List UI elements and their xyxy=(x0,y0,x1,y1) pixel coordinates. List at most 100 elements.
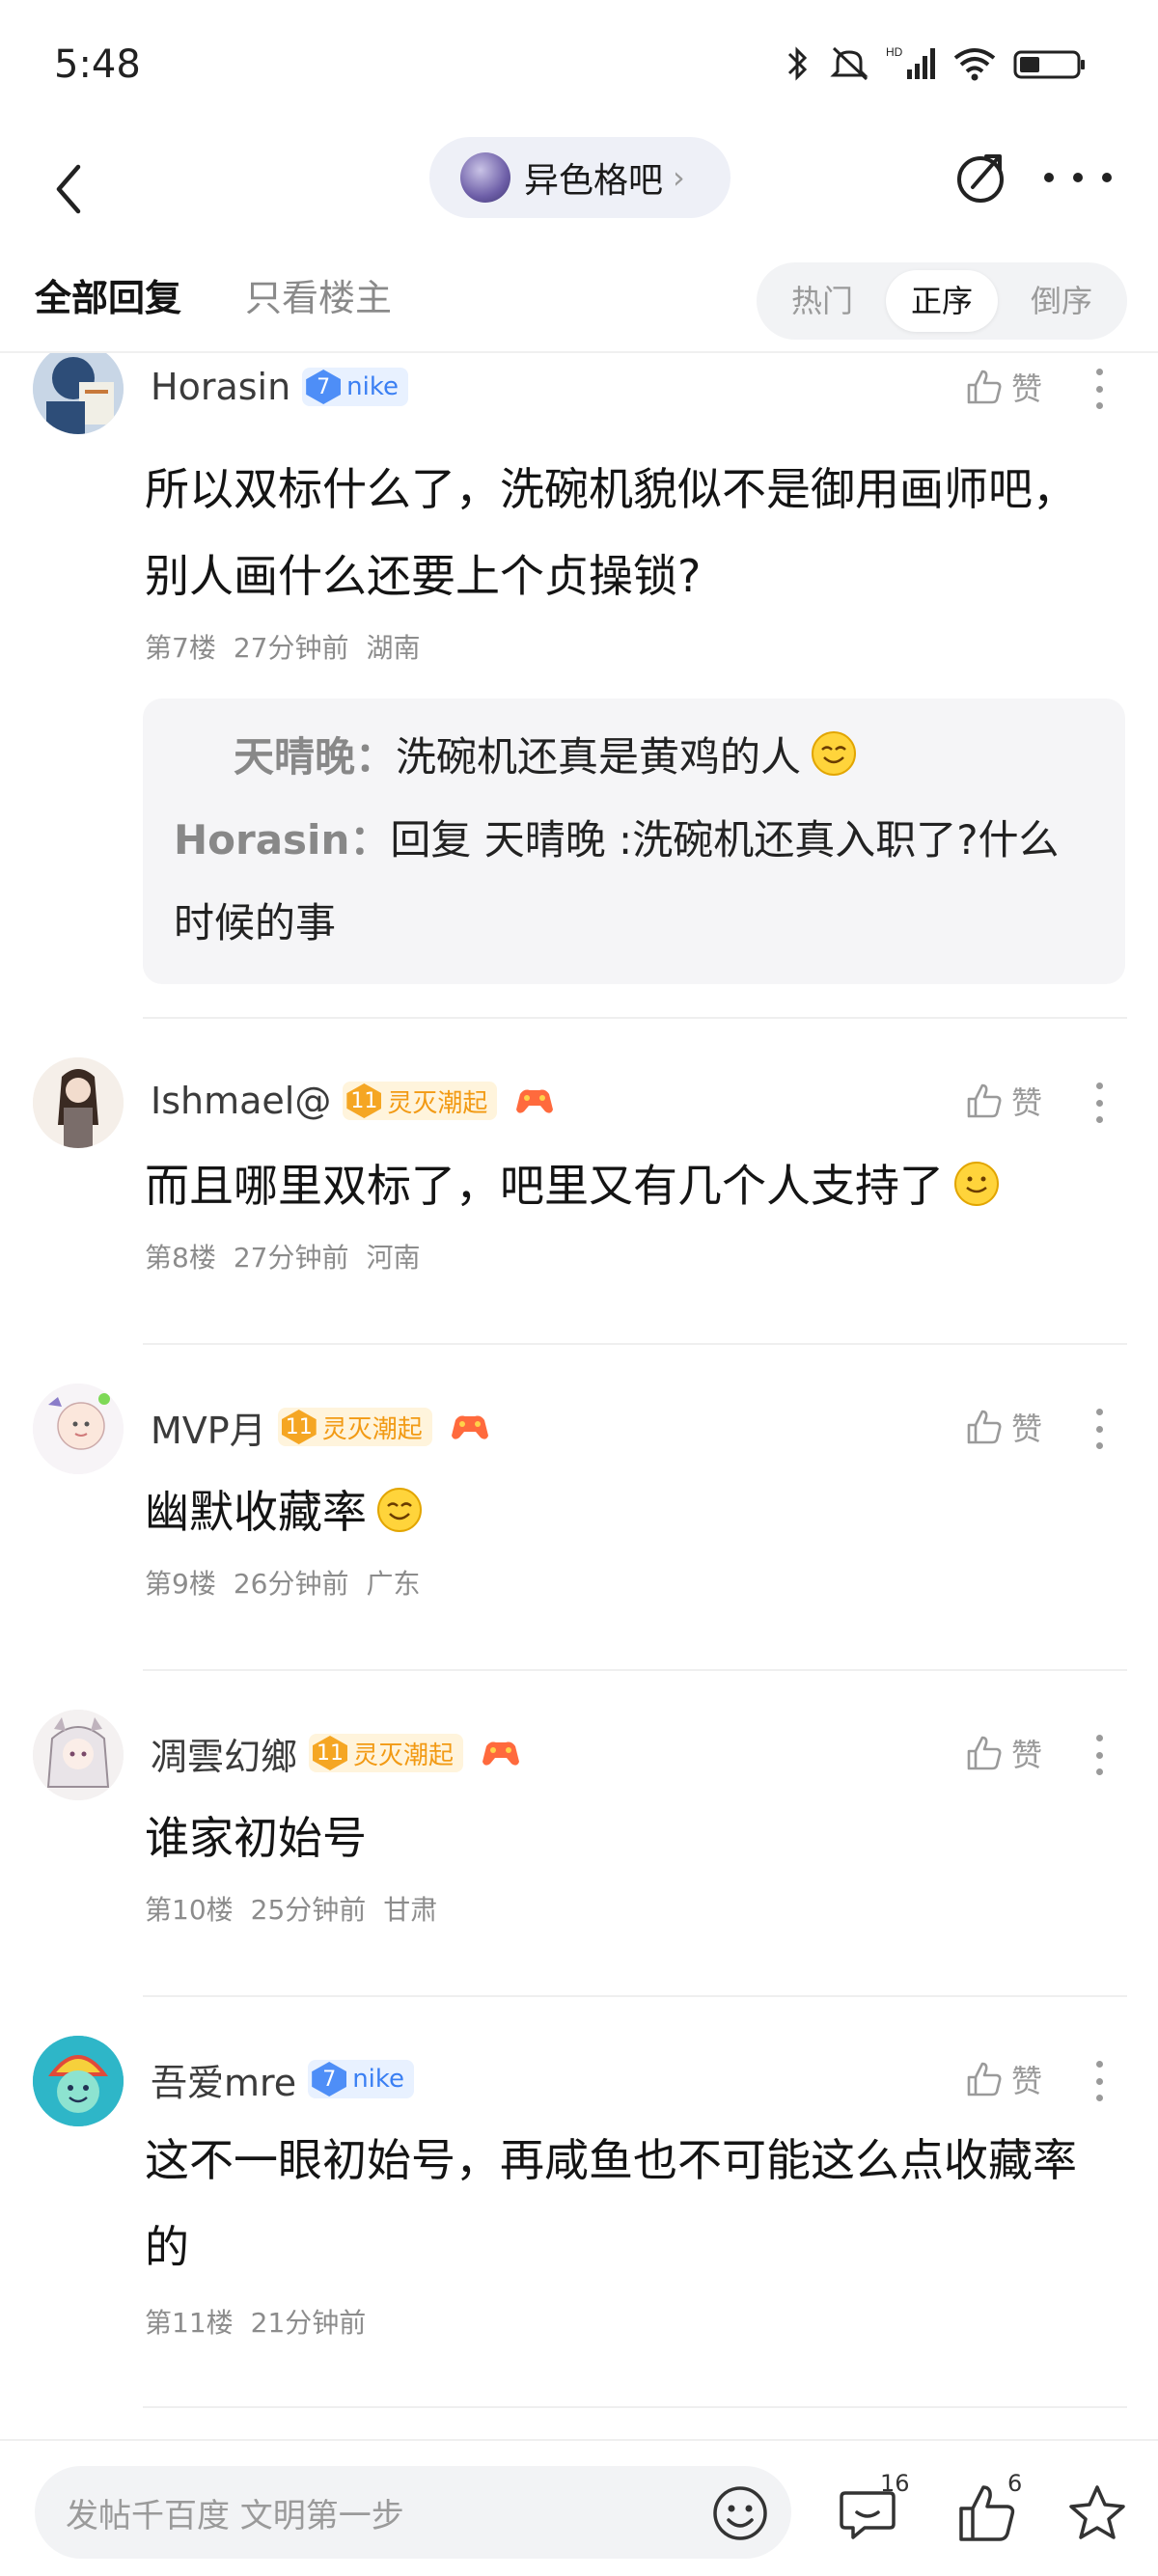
divider xyxy=(143,2406,1127,2408)
thumbs-up-icon xyxy=(967,1083,1002,1118)
post-more-button[interactable] xyxy=(1096,2061,1106,2101)
like-button[interactable]: 赞 xyxy=(965,2057,1042,2101)
more-options-button[interactable] xyxy=(1044,149,1112,206)
emoji-icon[interactable] xyxy=(710,2483,770,2543)
post-floor-7: Horasin 7 nike 赞 所以双标什么了，洗碗机貌似不是御用画师吧，别人… xyxy=(0,353,1158,1019)
battery-icon xyxy=(1013,50,1085,79)
floor-number: 第10楼 xyxy=(145,1894,234,1926)
gamepad-icon xyxy=(451,1415,488,1439)
forum-name: 异色格吧 xyxy=(524,161,664,201)
post-text: 而且哪里双标了，吧里又有几个人支持了 xyxy=(145,1160,944,1212)
sub-reply-author[interactable]: 天晴晚： xyxy=(234,733,396,781)
forum-link[interactable]: 异色格吧 › xyxy=(429,137,731,218)
like-label: 赞 xyxy=(1011,370,1043,407)
badge-text: 灵灭潮起 xyxy=(321,1414,423,1444)
status-time: 5:48 xyxy=(54,42,141,87)
reply-tabs: 全部回复 只看楼主 热门 正序 倒序 xyxy=(0,260,1158,353)
post-more-button[interactable] xyxy=(1096,1409,1106,1449)
post-location: 河南 xyxy=(366,1242,421,1274)
member-badge: 11 灵灭潮起 xyxy=(343,1082,498,1120)
level-badge: 7 xyxy=(312,2062,347,2096)
post-meta: 第8楼 27分钟前 河南 xyxy=(145,1237,420,1275)
post-content: 谁家初始号 xyxy=(145,1812,367,1864)
like-button[interactable]: 赞 xyxy=(965,1079,1042,1123)
mute-icon xyxy=(830,46,868,81)
bottom-bar: 发帖千百度 文明第一步 16 6 xyxy=(0,2439,1158,2576)
level-badge: 11 xyxy=(281,1410,317,1444)
username[interactable]: MVP月 xyxy=(151,1401,266,1454)
like-count: 6 xyxy=(1007,2470,1023,2497)
smile-emoji-icon xyxy=(377,1488,422,1532)
status-bar: 5:48 HD xyxy=(0,0,1158,135)
badge-text: nike xyxy=(352,2065,405,2094)
user-info: 吾爱mre 7 nike xyxy=(151,2053,415,2106)
like-label: 赞 xyxy=(1011,1737,1043,1773)
tab-all-replies[interactable]: 全部回复 xyxy=(35,268,181,321)
svg-text:HD: HD xyxy=(886,45,903,59)
post-location: 湖南 xyxy=(366,632,421,664)
like-label: 赞 xyxy=(1011,1411,1043,1447)
gamepad-icon xyxy=(482,1741,520,1766)
post-floor-9: MVP月 11 灵灭潮起 赞 幽默收藏率 第9楼 26分钟前 广东 xyxy=(0,1345,1158,1671)
gamepad-icon xyxy=(516,1089,554,1113)
star-icon[interactable] xyxy=(1065,2481,1129,2545)
post-meta: 第7楼 27分钟前 湖南 xyxy=(145,627,420,666)
back-button[interactable] xyxy=(39,151,96,228)
floor-number: 第11楼 xyxy=(145,2307,234,2339)
smile-emoji-icon xyxy=(954,1162,999,1206)
post-meta: 第11楼 21分钟前 xyxy=(145,2302,366,2341)
post-content: 这不一眼初始号，再咸鱼也不可能这么点收藏率的 xyxy=(145,2134,1077,2273)
level-badge: 11 xyxy=(313,1736,348,1770)
avatar[interactable] xyxy=(33,2036,124,2126)
level-badge: 7 xyxy=(306,370,342,404)
post-time: 27分钟前 xyxy=(233,1242,349,1274)
nav-bar: 异色格吧 › xyxy=(0,135,1158,260)
tab-only-op[interactable]: 只看楼主 xyxy=(245,268,392,321)
floor-number: 第8楼 xyxy=(145,1242,216,1274)
forum-avatar xyxy=(460,152,510,203)
reply-input[interactable]: 发帖千百度 文明第一步 xyxy=(35,2466,791,2559)
thumbs-up-icon xyxy=(967,2062,1002,2096)
post-time: 26分钟前 xyxy=(233,1568,349,1600)
member-badge: 11 灵灭潮起 xyxy=(309,1734,464,1772)
post-time: 25分钟前 xyxy=(250,1894,367,1926)
username[interactable]: Horasin xyxy=(151,366,290,408)
share-icon[interactable] xyxy=(953,149,1011,206)
post-meta: 第10楼 25分钟前 甘肃 xyxy=(145,1889,437,1928)
like-button[interactable]: 赞 xyxy=(965,1731,1042,1775)
post-location: 甘肃 xyxy=(383,1894,438,1926)
badge-text: nike xyxy=(346,372,399,401)
sort-toggle: 热门 正序 倒序 xyxy=(757,262,1127,340)
like-label: 赞 xyxy=(1011,1084,1043,1121)
status-icons: HD xyxy=(784,44,1087,83)
post-content: 而且哪里双标了，吧里又有几个人支持了 xyxy=(145,1142,1119,1229)
floor-number: 第7楼 xyxy=(145,632,216,664)
sort-hot[interactable]: 热门 xyxy=(766,270,878,332)
like-button[interactable]: 赞 xyxy=(965,365,1042,409)
username[interactable]: Ishmael@ xyxy=(151,1080,331,1122)
sort-descending[interactable]: 倒序 xyxy=(1006,270,1117,332)
floor-number: 第9楼 xyxy=(145,1568,216,1600)
like-button[interactable]: 赞 xyxy=(965,1405,1042,1449)
username[interactable]: 凋雲幻鄉 xyxy=(151,1727,297,1780)
post-floor-11: 吾爱mre 7 nike 赞 这不一眼初始号，再咸鱼也不可能这么点收藏率的 第1… xyxy=(0,1997,1158,2412)
avatar[interactable] xyxy=(33,353,124,434)
post-more-button[interactable] xyxy=(1096,1735,1106,1775)
sub-reply-box[interactable]: 天晴晚：洗碗机还真是黄鸡的人 Horasin：回复 天晴晚 :洗碗机还真入职了?… xyxy=(143,699,1125,984)
avatar[interactable] xyxy=(33,1384,124,1474)
username[interactable]: 吾爱mre xyxy=(151,2053,296,2106)
post-list: Horasin 7 nike 赞 所以双标什么了，洗碗机貌似不是御用画师吧，别人… xyxy=(0,353,1158,2439)
sort-ascending[interactable]: 正序 xyxy=(886,270,998,332)
sub-reply: Horasin：回复 天晴晚 :洗碗机还真入职了?什么时候的事 xyxy=(174,799,1094,965)
post-more-button[interactable] xyxy=(1096,1082,1106,1123)
thumbs-up-icon xyxy=(967,1736,1002,1770)
sub-reply-author[interactable]: Horasin： xyxy=(174,816,390,863)
sub-reply: 天晴晚：洗碗机还真是黄鸡的人 xyxy=(174,716,1094,799)
chevron-left-icon xyxy=(56,164,81,214)
avatar[interactable] xyxy=(33,1057,124,1148)
post-more-button[interactable] xyxy=(1096,369,1106,409)
smile-emoji-icon xyxy=(812,731,857,776)
avatar[interactable] xyxy=(33,1710,124,1800)
like-label: 赞 xyxy=(1011,2063,1043,2099)
member-badge: 7 nike xyxy=(302,368,408,406)
